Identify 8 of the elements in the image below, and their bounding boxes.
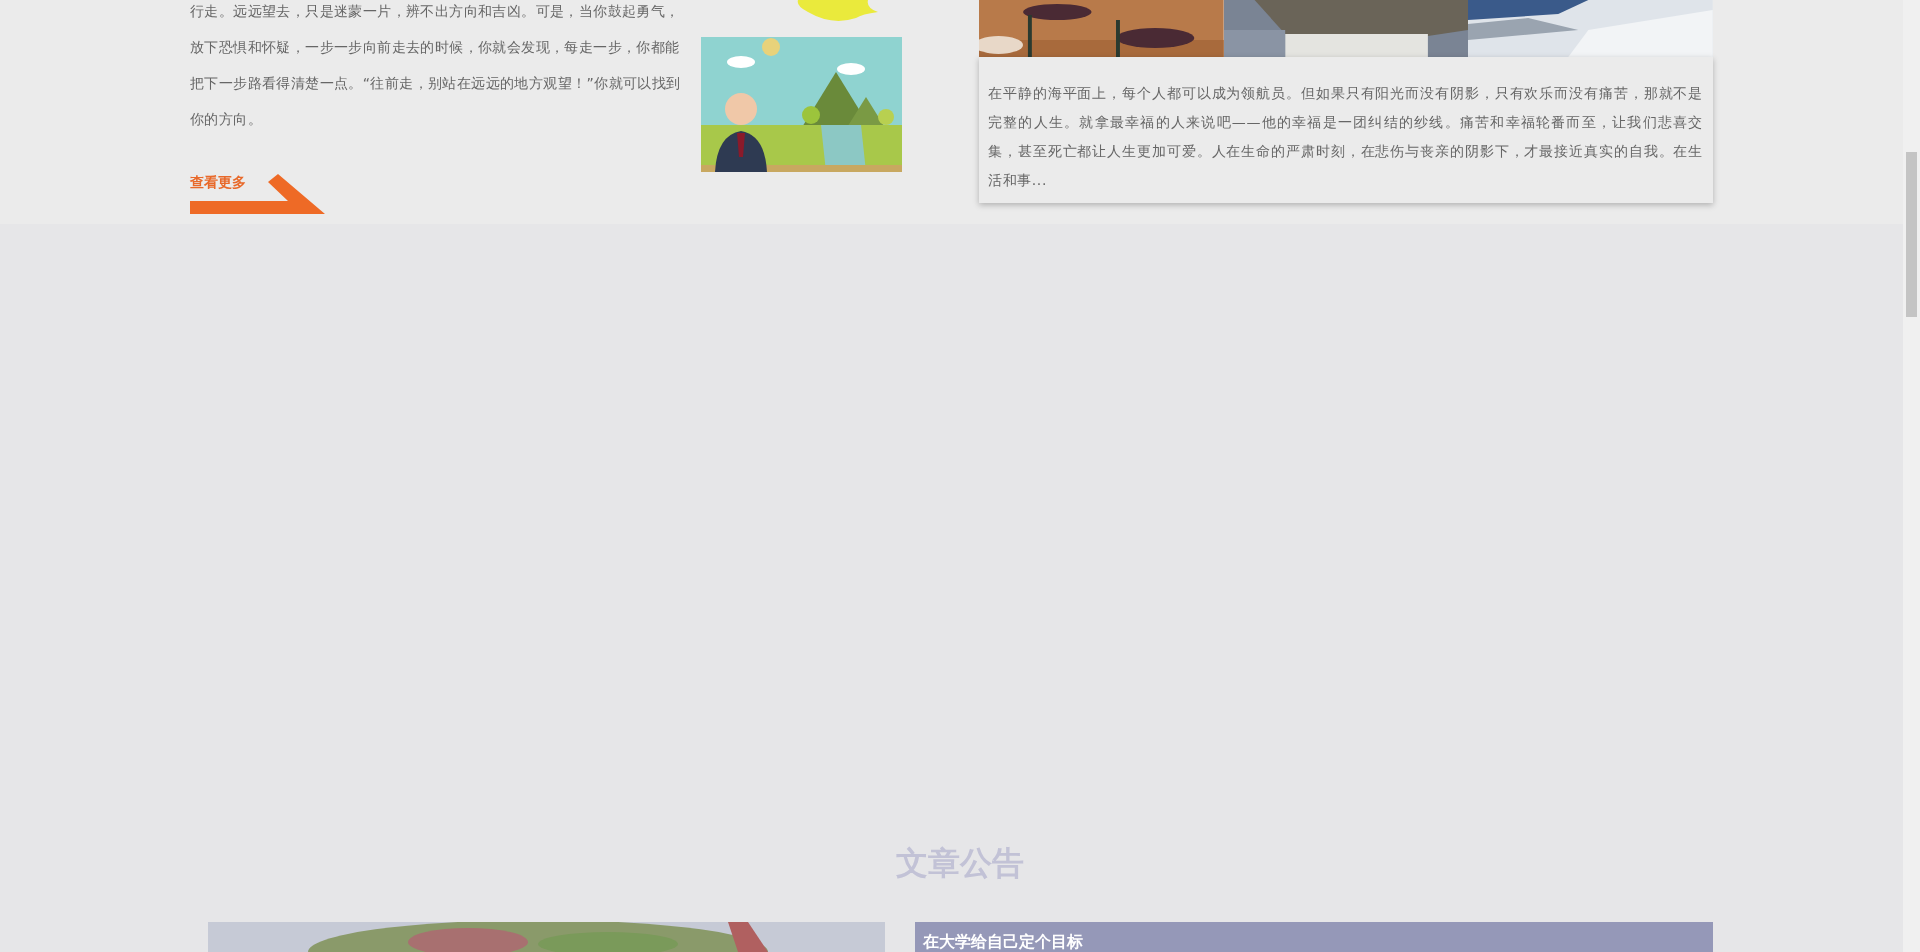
- scrollbar-thumb[interactable]: [1906, 152, 1917, 317]
- article-title: 在大学给自己定个目标: [922, 932, 1083, 951]
- excerpt-text: 在平静的海平面上，每个人都可以成为领航员。但如果只有阳光而没有阴影，只有欢乐而没有痛苦，那就不是完整的人生。就拿最幸福的人来说吧——他的幸福是一团纠结的纱线。痛苦和幸福轮番而至，让我们悲喜交集，甚至死亡都让人生更加可爱。人在生命的严肃时刻，在悲伤与丧亲的阴影下，才最接近真实的自我。在生活和事...: [988, 84, 1703, 190]
- arrow-icon: [190, 174, 325, 214]
- article-paragraph: 行走。远远望去，只是迷蒙一片，辨不出方向和吉凶。可是，当你鼓起勇气，放下恐惧和怀疑，一步一步向前走去的时候，你就会发现，每走一步，你都能把下一步路看得清楚一点。“往前走，别站在远远的地方观望！”你就可以找到你的方向。: [190, 2, 682, 129]
- more-link[interactable]: 查看更多: [190, 174, 246, 190]
- article-card[interactable]: 在大学给自己定个目标: [914, 922, 1713, 952]
- scrollbar[interactable]: [1903, 0, 1920, 952]
